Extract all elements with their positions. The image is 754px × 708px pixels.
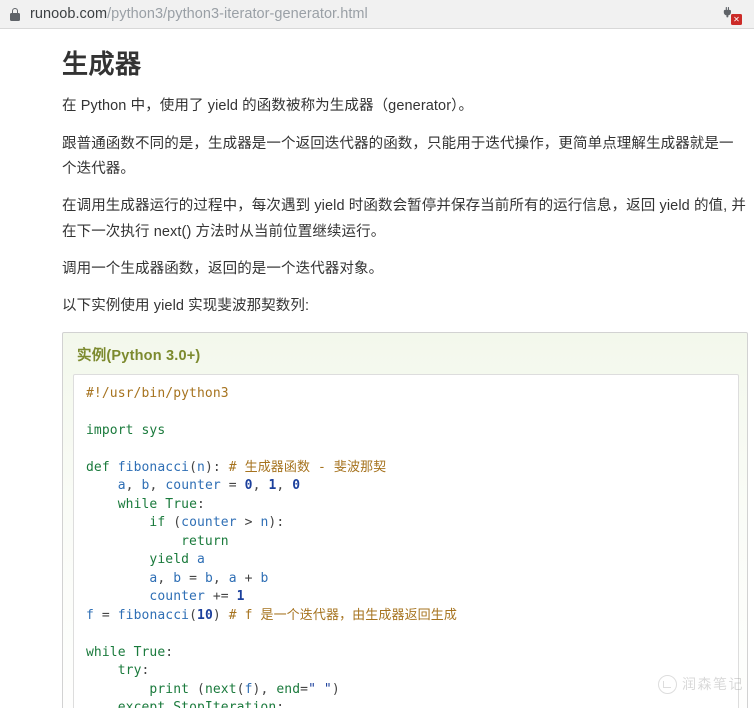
paragraph-2: 跟普通函数不同的是，生成器是一个返回迭代器的函数，只能用于迭代操作，更简单点理解… <box>62 135 734 177</box>
page-body: 生成器 在 Python 中，使用了 yield 的函数被称为生成器（gener… <box>0 29 754 708</box>
page-title: 生成器 <box>62 49 142 79</box>
paragraph-5: 以下实例使用 yield 实现斐波那契数列: <box>62 298 310 315</box>
url-path: /python3/python3-iterator-generator.html <box>107 6 368 22</box>
extension-badge: ✕ <box>731 14 742 25</box>
paragraph-4: 调用一个生成器函数，返回的是一个迭代器对象。 <box>62 261 384 278</box>
code-area[interactable]: #!/usr/bin/python3 import sys def fibona… <box>73 373 739 708</box>
article-content: 生成器 在 Python 中，使用了 yield 的函数被称为生成器（gener… <box>0 29 754 708</box>
url-text[interactable]: runoob.com/python3/python3-iterator-gene… <box>30 6 368 22</box>
python-code-block: #!/usr/bin/python3 import sys def fibona… <box>86 385 457 708</box>
browser-url-bar[interactable]: runoob.com/python3/python3-iterator-gene… <box>0 0 754 29</box>
example-box: 实例(Python 3.0+) #!/usr/bin/python3 impor… <box>62 331 748 708</box>
example-header: 实例(Python 3.0+) <box>77 347 201 364</box>
url-domain: runoob.com <box>30 6 108 22</box>
paragraph-3: 在调用生成器运行的过程中，每次遇到 yield 时函数会暂停并保存当前所有的运行… <box>62 198 747 240</box>
paragraph-1: 在 Python 中，使用了 yield 的函数被称为生成器（generator… <box>62 98 474 115</box>
adblock-plug-icon[interactable]: ✕ <box>720 4 742 25</box>
lock-icon <box>10 7 20 21</box>
